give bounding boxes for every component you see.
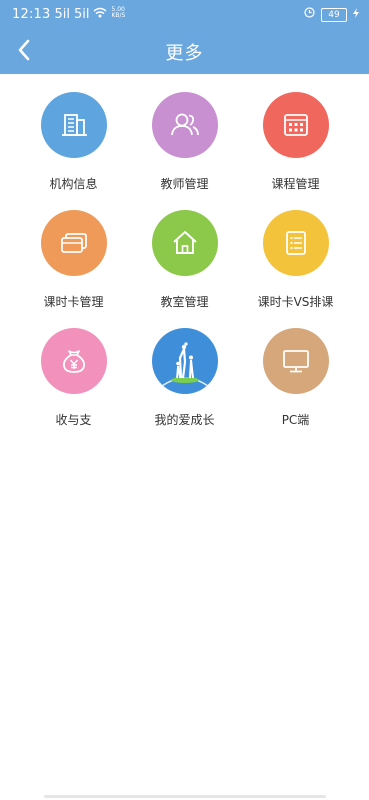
status-bar: 12:13 5il 5il 5.00 KB/S 49 [0, 0, 369, 28]
tile-label: 课时卡VS排课 [257, 295, 334, 309]
tile-teacher-management[interactable]: 教师管理 [129, 92, 240, 210]
building-icon [61, 114, 87, 136]
network-rate: 5.00 KB/S [111, 5, 126, 19]
home-indicator [44, 795, 326, 798]
family-icon [161, 342, 208, 387]
tile-income-expense[interactable]: 收与支 [18, 328, 129, 446]
wifi-icon [93, 7, 107, 22]
tile-label: 机构信息 [49, 177, 98, 191]
calendar-grid-icon [283, 114, 308, 136]
feature-grid: 机构信息 教师管理 课程管理 课时卡管理 教室管理 课时卡VS排课 收与支 我的… [18, 92, 351, 446]
page-title: 更多 [165, 43, 204, 64]
users-icon [170, 113, 199, 136]
tile-institution-info[interactable]: 机构信息 [18, 92, 129, 210]
battery-indicator: 49 [321, 7, 347, 22]
tile-classroom-management[interactable]: 教室管理 [129, 210, 240, 328]
tile-label: 教师管理 [160, 177, 209, 191]
tile-label: PC端 [281, 413, 310, 427]
tile-label: 收与支 [55, 413, 92, 427]
tile-pc[interactable]: PC端 [240, 328, 351, 446]
tile-my-growth[interactable]: 我的爱成长 [129, 328, 240, 446]
status-bar-right: 49 [304, 7, 359, 22]
monitor-icon [282, 350, 309, 373]
tile-icon-circle [151, 328, 218, 394]
status-time: 12:13 [12, 7, 51, 22]
cards-icon [60, 233, 87, 253]
signal-icon: 5il [54, 7, 70, 22]
tile-label: 我的爱成长 [154, 413, 215, 427]
tile-icon-circle [40, 210, 107, 276]
tile-icon-circle [40, 328, 107, 394]
list-icon [285, 231, 306, 255]
tile-icon-circle [151, 210, 218, 276]
tile-icon-circle [40, 92, 107, 158]
tile-icon-circle [151, 92, 218, 158]
charging-icon [353, 7, 359, 22]
tile-label: 课程管理 [271, 177, 320, 191]
tile-icon-circle [262, 92, 329, 158]
tile-course-management[interactable]: 课程管理 [240, 92, 351, 210]
signal-icon-2: 5il [73, 7, 90, 22]
tile-label: 课时卡管理 [43, 295, 104, 309]
tile-class-card-vs-schedule[interactable]: 课时卡VS排课 [240, 210, 351, 328]
tile-icon-circle [262, 210, 329, 276]
house-icon [172, 231, 197, 254]
tile-label: 教室管理 [160, 295, 209, 309]
nav-bar: 更多 [0, 28, 369, 74]
tile-icon-circle [262, 328, 329, 394]
alarm-icon [304, 7, 315, 22]
status-bar-left: 12:13 5il 5il 5.00 KB/S [12, 5, 126, 22]
tile-class-card-management[interactable]: 课时卡管理 [18, 210, 129, 328]
money-bag-icon [62, 350, 85, 373]
